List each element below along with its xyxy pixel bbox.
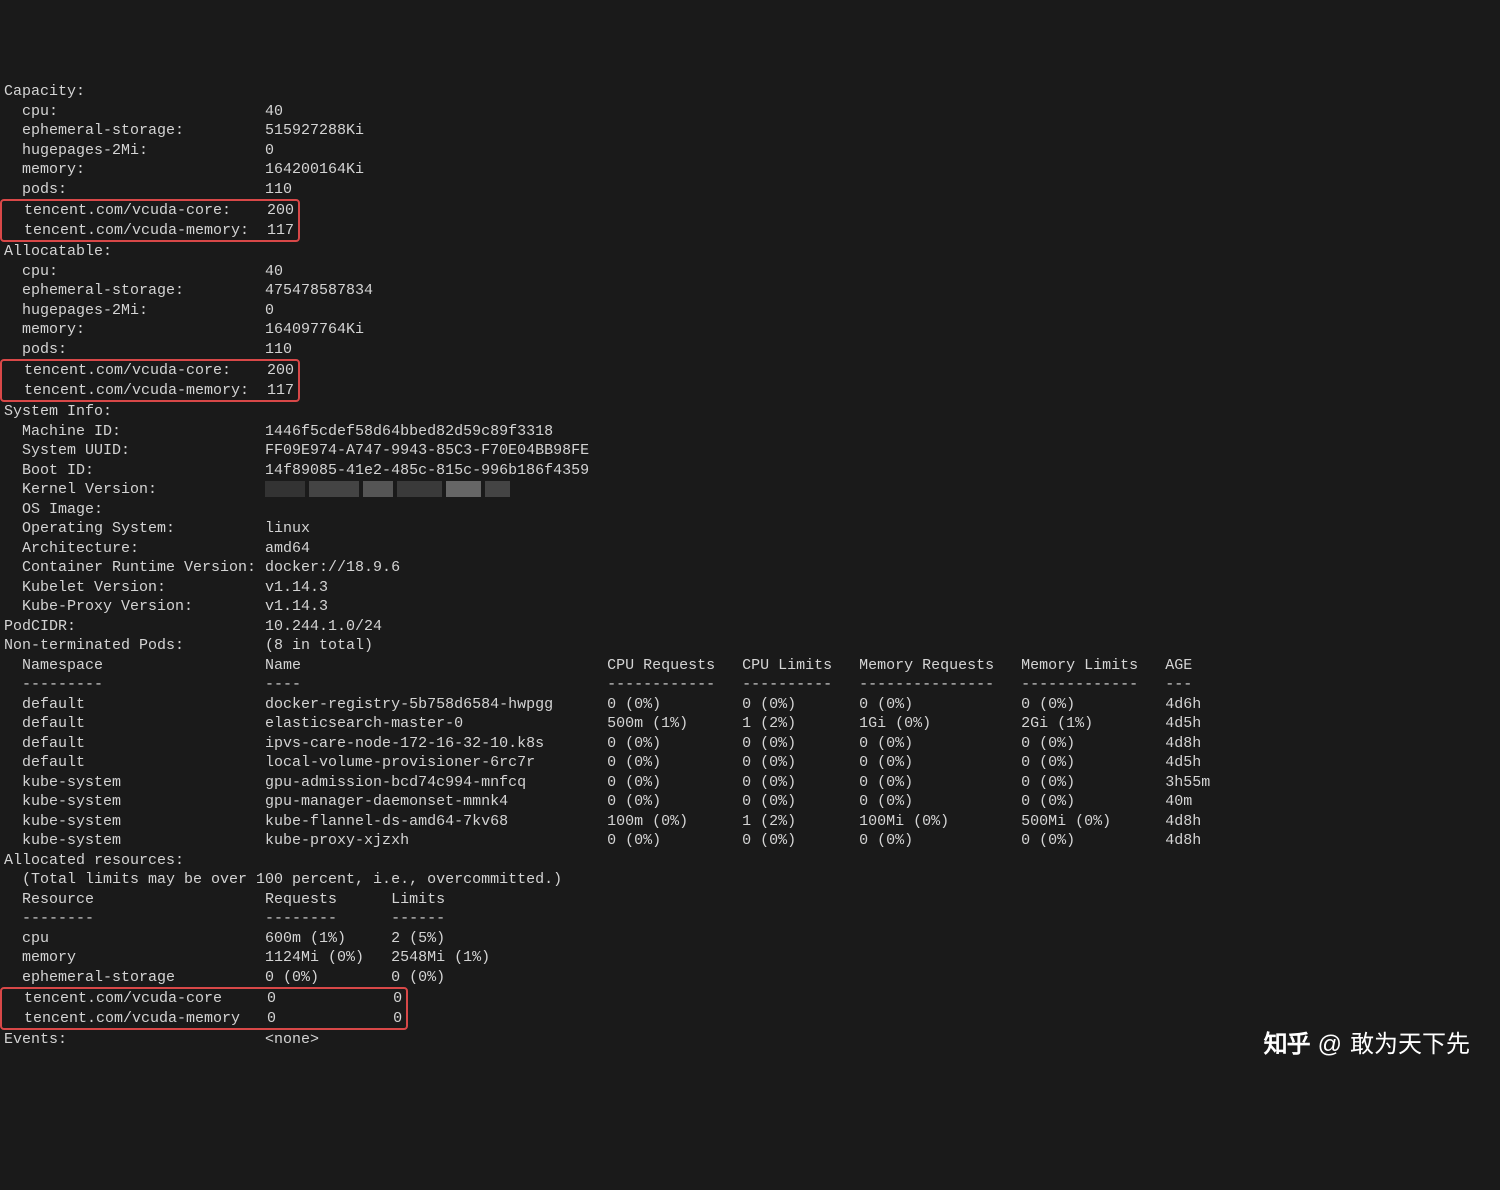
redacted-block (265, 481, 305, 497)
terminal-line: default local-volume-provisioner-6rc7r 0… (4, 753, 1496, 773)
terminal-line: Boot ID: 14f89085-41e2-485c-815c-996b186… (4, 461, 1496, 481)
terminal-line: cpu: 40 (4, 262, 1496, 282)
terminal-line: System UUID: FF09E974-A747-9943-85C3-F70… (4, 441, 1496, 461)
terminal-line: cpu 600m (1%) 2 (5%) (4, 929, 1496, 949)
terminal-line: --------- ---- ------------ ---------- -… (4, 675, 1496, 695)
watermark-author: 敢为天下先 (1350, 1029, 1470, 1060)
terminal-line: Capacity: (4, 82, 1496, 102)
terminal-line: Allocated resources: (4, 851, 1496, 871)
terminal-line: cpu: 40 (4, 102, 1496, 122)
terminal-line: memory: 164097764Ki (4, 320, 1496, 340)
terminal-line: System Info: (4, 402, 1496, 422)
terminal-line: kube-system gpu-admission-bcd74c994-mnfc… (4, 773, 1496, 793)
zhihu-watermark: 知乎 @ 敢为天下先 (1264, 1029, 1470, 1060)
terminal-line: PodCIDR: 10.244.1.0/24 (4, 617, 1496, 637)
terminal-line: -------- -------- ------ (4, 909, 1496, 929)
redacted-block (363, 481, 393, 497)
highlight-capacity-vcuda: tencent.com/vcuda-core: 200 tencent.com/… (0, 199, 300, 242)
redacted-block (397, 481, 442, 497)
terminal-line: kube-system kube-flannel-ds-amd64-7kv68 … (4, 812, 1496, 832)
terminal-line: memory 1124Mi (0%) 2548Mi (1%) (4, 948, 1496, 968)
terminal-line: pods: 110 (4, 340, 1496, 360)
kernel-version-line: Kernel Version: (4, 480, 1496, 500)
terminal-line: Kube-Proxy Version: v1.14.3 (4, 597, 1496, 617)
terminal-line: Namespace Name CPU Requests CPU Limits M… (4, 656, 1496, 676)
terminal-line: ephemeral-storage 0 (0%) 0 (0%) (4, 968, 1496, 988)
terminal-line: default elasticsearch-master-0 500m (1%)… (4, 714, 1496, 734)
terminal-line: hugepages-2Mi: 0 (4, 141, 1496, 161)
redacted-block (309, 481, 359, 497)
watermark-sep: @ (1318, 1029, 1342, 1060)
terminal-line: Resource Requests Limits (4, 890, 1496, 910)
terminal-line: kube-system gpu-manager-daemonset-mmnk4 … (4, 792, 1496, 812)
redacted-block (446, 481, 481, 497)
terminal-line: default docker-registry-5b758d6584-hwpgg… (4, 695, 1496, 715)
terminal-line: pods: 110 (4, 180, 1496, 200)
terminal-line: kube-system kube-proxy-xjzxh 0 (0%) 0 (0… (4, 831, 1496, 851)
terminal-line: hugepages-2Mi: 0 (4, 301, 1496, 321)
terminal-line: memory: 164200164Ki (4, 160, 1496, 180)
terminal-line: OS Image: (4, 500, 1496, 520)
highlight-allocatable-vcuda: tencent.com/vcuda-core: 200 tencent.com/… (0, 359, 300, 402)
terminal-line: ephemeral-storage: 515927288Ki (4, 121, 1496, 141)
redacted-block (485, 481, 510, 497)
terminal-line: Container Runtime Version: docker://18.9… (4, 558, 1496, 578)
terminal-line: default ipvs-care-node-172-16-32-10.k8s … (4, 734, 1496, 754)
terminal-line: ephemeral-storage: 475478587834 (4, 281, 1496, 301)
terminal-line: Machine ID: 1446f5cdef58d64bbed82d59c89f… (4, 422, 1496, 442)
terminal-line: Non-terminated Pods: (8 in total) (4, 636, 1496, 656)
terminal-line: Kubelet Version: v1.14.3 (4, 578, 1496, 598)
highlight-allocated-vcuda: tencent.com/vcuda-core 0 0 tencent.com/v… (0, 987, 408, 1030)
zhihu-logo: 知乎 (1264, 1029, 1310, 1060)
terminal-line: (Total limits may be over 100 percent, i… (4, 870, 1496, 890)
terminal-line: Architecture: amd64 (4, 539, 1496, 559)
terminal-line: Operating System: linux (4, 519, 1496, 539)
terminal-line: Allocatable: (4, 242, 1496, 262)
terminal-output: Capacity: cpu: 40 ephemeral-storage: 515… (4, 82, 1496, 1050)
